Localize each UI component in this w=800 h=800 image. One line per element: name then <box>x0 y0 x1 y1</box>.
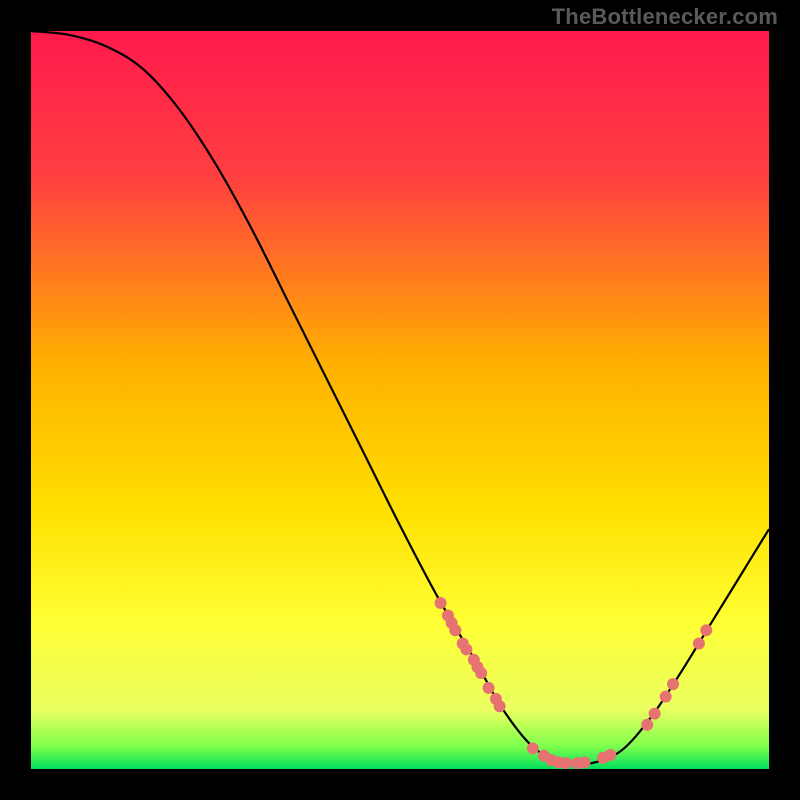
plot-area <box>31 31 769 769</box>
chart-container: TheBottlenecker.com <box>0 0 800 800</box>
data-marker <box>475 667 487 679</box>
data-marker <box>649 708 661 720</box>
data-marker <box>579 756 591 768</box>
data-marker <box>449 624 461 636</box>
data-marker <box>641 719 653 731</box>
data-marker <box>693 638 705 650</box>
data-marker <box>560 757 572 769</box>
data-marker <box>604 749 616 761</box>
data-marker <box>667 678 679 690</box>
data-marker <box>700 624 712 636</box>
gradient-bg <box>31 31 769 769</box>
watermark-text: TheBottlenecker.com <box>552 4 778 30</box>
data-marker <box>527 742 539 754</box>
data-marker <box>435 597 447 609</box>
data-marker <box>460 643 472 655</box>
data-marker <box>483 682 495 694</box>
data-marker <box>494 700 506 712</box>
chart-svg <box>31 31 769 769</box>
data-marker <box>660 691 672 703</box>
